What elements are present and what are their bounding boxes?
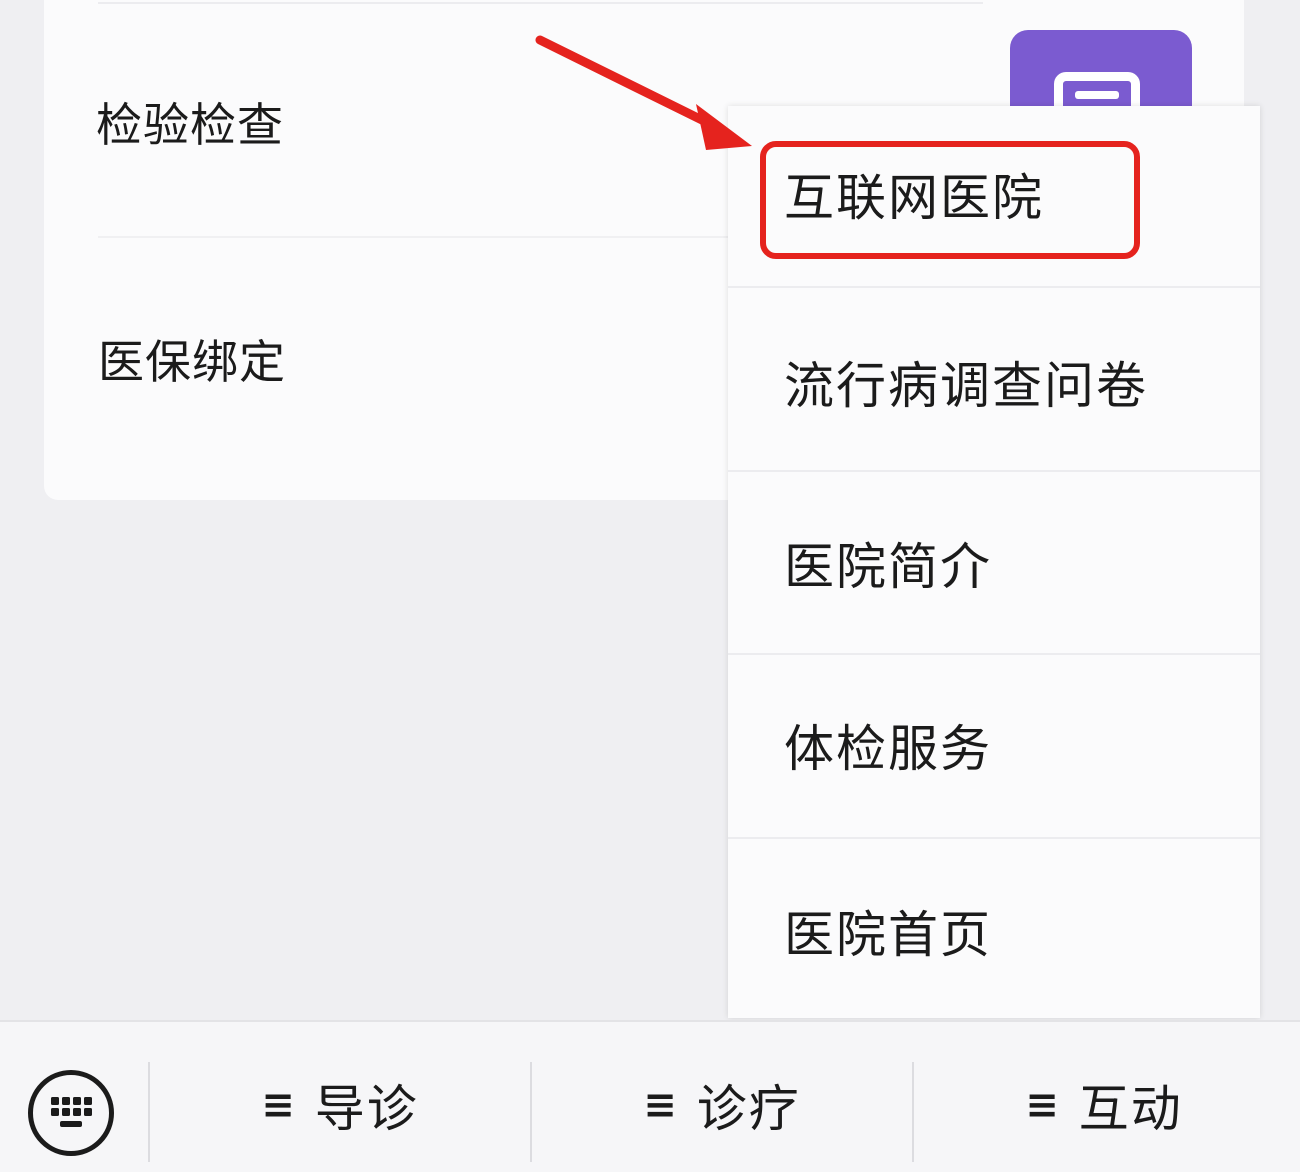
keyboard-toggle-button[interactable]: [28, 1070, 114, 1156]
card-item-label: 检验检查: [96, 98, 284, 152]
card-item-inspection[interactable]: 检验检查: [96, 95, 284, 155]
card-item-label: 医保绑定: [98, 335, 286, 389]
popup-item-health-checkup[interactable]: 体检服务: [728, 657, 1260, 839]
popup-item-label: 医院简介: [784, 538, 992, 596]
popup-item-internet-hospital[interactable]: 互联网医院: [728, 106, 1260, 288]
popup-item-label: 医院首页: [784, 906, 992, 964]
menu-button-label: 诊疗: [696, 1080, 801, 1138]
popup-item-hospital-home[interactable]: 医院首页: [728, 839, 1260, 1021]
bottom-menu-bar: ≡ 导诊 ≡ 诊疗 ≡ 互动: [0, 1020, 1300, 1172]
menu-button-treatment[interactable]: ≡ 诊疗: [532, 1060, 912, 1150]
popup-item-label: 体检服务: [784, 720, 992, 778]
popup-item-hospital-intro[interactable]: 医院简介: [728, 473, 1260, 655]
card-item-insurance-binding[interactable]: 医保绑定: [98, 332, 286, 392]
popup-item-epidemiology-survey[interactable]: 流行病调查问卷: [728, 290, 1260, 472]
menu-button-label: 互动: [1078, 1080, 1183, 1138]
keyboard-icon: [51, 1097, 92, 1127]
divider: [98, 2, 983, 4]
hamburger-icon: ≡: [643, 1082, 679, 1128]
menu-button-interaction[interactable]: ≡ 互动: [914, 1060, 1294, 1150]
divider: [98, 236, 738, 238]
popup-menu: 互联网医院 流行病调查问卷 医院简介 体检服务 医院首页: [728, 106, 1260, 1018]
hamburger-icon: ≡: [1025, 1082, 1061, 1128]
popup-item-label: 流行病调查问卷: [784, 357, 1148, 415]
menu-button-guide[interactable]: ≡ 导诊: [150, 1060, 530, 1150]
menu-button-label: 导诊: [314, 1080, 419, 1138]
hamburger-icon: ≡: [261, 1082, 297, 1128]
popup-item-label: 互联网医院: [784, 169, 1044, 227]
